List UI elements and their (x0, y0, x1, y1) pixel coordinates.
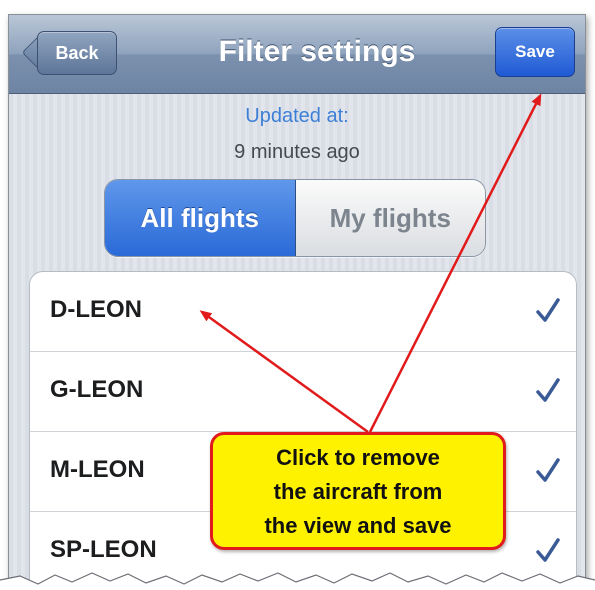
updated-at-label: Updated at: (245, 105, 349, 127)
torn-edge (0, 572, 595, 590)
page-title: Filter settings (218, 35, 416, 68)
segment-all-flights[interactable]: All flights (105, 180, 296, 256)
checkmark-icon (536, 298, 560, 322)
aircraft-label: M-LEON (50, 456, 145, 483)
callout-line-2: the aircraft from (273, 479, 443, 504)
aircraft-label: G-LEON (50, 376, 144, 403)
navigation-bar: Back Filter settings Save (9, 15, 585, 94)
instruction-callout: Click to remove the aircraft from the vi… (210, 432, 506, 550)
list-item[interactable]: D-LEON (30, 272, 576, 352)
callout-line-1: Click to remove (276, 445, 440, 470)
checkmark-icon (536, 378, 560, 402)
callout-line-3: the view and save (264, 513, 452, 538)
updated-at-value: 9 minutes ago (234, 141, 360, 163)
flights-segmented-control: All flights My flights (104, 179, 486, 257)
list-item[interactable]: G-LEON (30, 352, 576, 432)
segment-my-flights[interactable]: My flights (295, 180, 485, 256)
checkmark-icon (536, 458, 560, 482)
save-button[interactable]: Save (495, 27, 575, 77)
aircraft-label: D-LEON (50, 296, 142, 323)
